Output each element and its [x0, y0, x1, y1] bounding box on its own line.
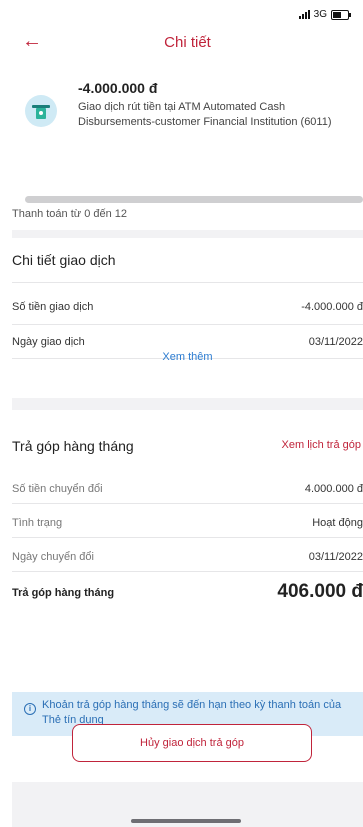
divider [12, 503, 363, 504]
conversion-date-value: 03/11/2022 [308, 551, 363, 563]
signal-icon [298, 10, 310, 19]
amount-value: -4.000.000 đ [301, 301, 363, 313]
network-type: 3G [313, 9, 327, 20]
divider [12, 537, 363, 538]
date-label: Ngày giao dịch [12, 336, 85, 348]
payment-note-text: Thanh toán từ 0 đến 12 [12, 208, 128, 220]
amount-label: Số tiền giao dịch [12, 301, 94, 313]
converted-amount-value: 4.000.000 đ [304, 483, 363, 495]
view-schedule-link[interactable]: Xem lịch trả góp [282, 439, 361, 451]
cancel-installment-button[interactable]: Hủy giao dịch trả góp [72, 724, 312, 762]
atm-icon [25, 95, 57, 127]
transaction-details-card: Chi tiết giao dịch Số tiền giao dịch -4.… [12, 238, 363, 398]
app-screen: 3G ← Chi tiết -4.000.000 đ Giao dịch rút… [12, 0, 363, 827]
installment-progress-bar [25, 196, 363, 203]
divider [12, 282, 363, 283]
status-bar: 3G [12, 0, 363, 30]
date-value: 03/11/2022 [308, 336, 363, 348]
payment-note: Thanh toán từ 0 đến 12 [12, 204, 363, 230]
info-icon: i [24, 703, 36, 715]
transaction-amount: -4.000.000 đ [78, 80, 158, 96]
header: ← Chi tiết [12, 30, 363, 58]
page-title: Chi tiết [164, 34, 211, 51]
status-label: Tình trạng [12, 517, 63, 529]
transaction-description: Giao dịch rút tiền tại ATM Automated Cas… [78, 101, 332, 128]
see-more-link[interactable]: Xem thêm [12, 351, 363, 363]
monthly-installment-amount: 406.000 đ [277, 581, 363, 602]
status-value: Hoạt động [312, 517, 363, 529]
status-indicators: 3G [298, 9, 351, 20]
conversion-date-label: Ngày chuyển đổi [12, 551, 94, 563]
monthly-installment-label: Trả góp hàng tháng [12, 587, 115, 599]
divider [12, 571, 363, 572]
converted-amount-label: Số tiền chuyển đổi [12, 483, 103, 495]
details-title: Chi tiết giao dịch [12, 252, 116, 268]
transaction-summary: -4.000.000 đ Giao dịch rút tiền tại ATM … [12, 58, 363, 204]
home-indicator [131, 819, 241, 823]
battery-icon [331, 9, 351, 20]
divider [12, 324, 363, 325]
installment-title: Trả góp hàng tháng [12, 438, 134, 454]
